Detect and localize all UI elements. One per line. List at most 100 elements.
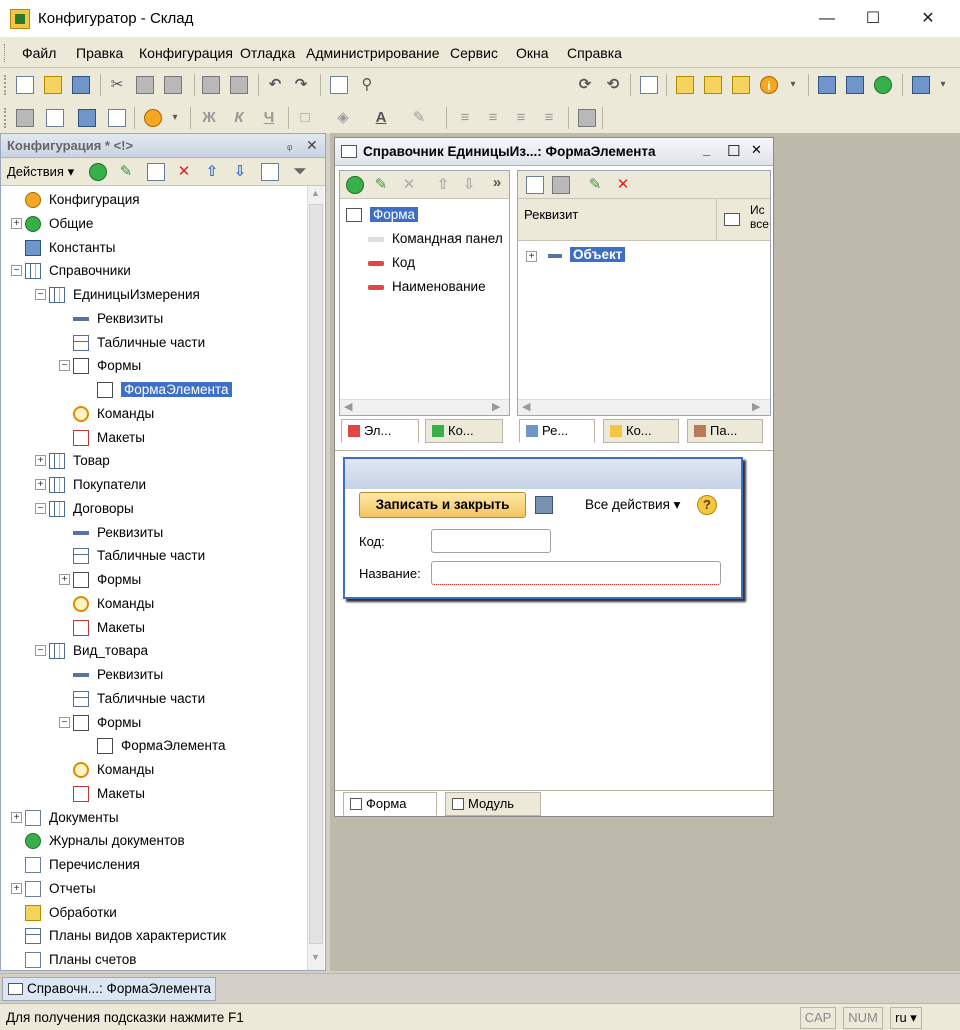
info-dropdown-icon[interactable]: ▾ — [784, 76, 802, 94]
filter-icon[interactable]: ⏷ — [291, 163, 309, 181]
calendar-icon[interactable] — [46, 109, 64, 127]
find-in-file-icon[interactable] — [330, 76, 348, 94]
font-color-icon[interactable]: A — [372, 109, 390, 127]
tab-module[interactable]: Модуль — [445, 792, 541, 816]
italic-icon[interactable]: К — [230, 109, 248, 127]
expand-icon[interactable]: + — [11, 882, 22, 894]
tree-item[interactable]: Макеты — [1, 616, 301, 640]
tree-item[interactable]: − Формы — [1, 711, 301, 735]
menu-edit[interactable]: Правка — [76, 45, 123, 61]
more-icon[interactable]: » — [488, 174, 506, 192]
menu-administration[interactable]: Администрирование — [306, 45, 440, 61]
add-element-icon[interactable] — [346, 176, 364, 194]
expand-icon[interactable]: + — [35, 479, 46, 490]
align-right-icon[interactable]: ≡ — [512, 109, 530, 127]
search-icon[interactable]: ⚲ — [358, 76, 376, 94]
save-icon[interactable] — [72, 76, 90, 94]
copy-icon[interactable] — [136, 76, 154, 94]
all-actions-menu[interactable]: Все действия ▾ — [585, 497, 680, 513]
attribute-item[interactable]: + Объект — [518, 245, 770, 269]
menu-file[interactable]: Файл — [22, 45, 56, 61]
collapse-icon[interactable]: − — [59, 716, 70, 728]
db-config-icon[interactable] — [78, 109, 96, 127]
edit-icon[interactable]: ✎ — [117, 163, 135, 181]
add-attribute-icon[interactable] — [526, 176, 544, 194]
tree-item[interactable]: Перечисления — [1, 853, 301, 877]
expand-icon[interactable]: + — [59, 574, 70, 585]
tree-scrollbar[interactable]: ▲ ▼ — [307, 186, 324, 970]
tree-item[interactable]: Команды — [1, 402, 301, 426]
border-icon[interactable]: □ — [296, 109, 314, 127]
tree-item[interactable]: Планы счетов — [1, 948, 301, 972]
save-icon[interactable] — [535, 496, 553, 514]
close-button[interactable]: ✕ — [905, 0, 951, 38]
element-up-icon[interactable]: ⇧ — [434, 176, 452, 194]
actions-menu[interactable]: Действия ▾ — [7, 164, 74, 180]
tree-item[interactable]: ФормаЭлемента — [1, 378, 301, 402]
tree-item[interactable]: + Покупатели — [1, 473, 301, 497]
tree-item[interactable]: Обработки — [1, 901, 301, 925]
tree-item[interactable]: − Договоры — [1, 497, 301, 521]
compare-icon[interactable] — [818, 76, 836, 94]
sort-icon[interactable] — [261, 163, 279, 181]
form-minimize-button[interactable]: _ — [703, 142, 710, 157]
scroll-thumb[interactable] — [309, 204, 323, 944]
taskbar-form-element[interactable]: Справочн...: ФормаЭлемента — [2, 977, 216, 1001]
align-justify-icon[interactable]: ≡ — [540, 109, 558, 127]
form-element-item[interactable]: Код — [340, 253, 509, 277]
save-and-close-button[interactable]: Записать и закрыть — [359, 492, 526, 518]
collapse-icon[interactable]: − — [35, 289, 46, 300]
highlight-icon[interactable]: ✎ — [410, 109, 428, 127]
bold-icon[interactable]: Ж — [200, 109, 218, 127]
tree-item[interactable]: + Документы — [1, 806, 301, 830]
menu-help[interactable]: Справка — [567, 45, 622, 61]
tab-elements[interactable]: Эл... — [341, 419, 419, 443]
scroll-left-icon[interactable]: ◀ — [522, 400, 530, 413]
tree-item[interactable]: + Общие — [1, 212, 301, 236]
expand-icon[interactable]: + — [11, 217, 22, 229]
add-icon[interactable] — [89, 163, 107, 181]
merge-cells-icon[interactable] — [578, 109, 596, 127]
language-indicator[interactable]: ru ▾ — [890, 1007, 922, 1029]
edit-attribute-icon[interactable]: ✎ — [586, 176, 604, 194]
debug-dropdown-icon[interactable]: ▾ — [166, 109, 184, 127]
tree-item[interactable]: + Отчеты — [1, 877, 301, 901]
form-close-button[interactable]: ✕ — [751, 142, 762, 158]
cut-icon[interactable]: ✂ — [108, 76, 126, 94]
tab-parameters[interactable]: Па... — [687, 419, 763, 443]
add-column-icon[interactable] — [552, 176, 570, 194]
calculator-icon[interactable] — [16, 109, 34, 127]
tree-item[interactable]: ФормаЭлемента — [1, 734, 301, 758]
align-left-icon[interactable]: ≡ — [456, 109, 474, 127]
attributes-hscroll[interactable]: ◀ ▶ — [518, 399, 770, 415]
tree-item[interactable]: + Формы — [1, 568, 301, 592]
minimize-button[interactable]: — — [804, 0, 850, 38]
form-element-item[interactable]: Командная панел — [340, 229, 509, 253]
database-icon[interactable] — [912, 76, 930, 94]
redo-icon[interactable]: ↷ — [292, 76, 310, 94]
expand-icon[interactable]: + — [35, 455, 46, 467]
use-column-header[interactable]: Ис все — [750, 203, 770, 231]
menu-windows[interactable]: Окна — [516, 45, 549, 61]
tree-item[interactable]: Конфигурация — [1, 188, 301, 212]
tree-item[interactable]: Табличные части — [1, 687, 301, 711]
fill-color-icon[interactable]: ◈ — [334, 109, 352, 127]
form-element-item[interactable]: Форма — [340, 205, 509, 229]
maximize-button[interactable]: ☐ — [850, 0, 896, 38]
assistant-icon[interactable] — [676, 76, 694, 94]
expand-icon[interactable]: + — [526, 251, 537, 262]
collapse-icon[interactable]: − — [35, 502, 46, 514]
underline-icon[interactable]: Ч — [260, 109, 278, 127]
info-icon[interactable]: i — [760, 76, 778, 94]
tab-commands[interactable]: Ко... — [425, 419, 503, 443]
menu-debug[interactable]: Отладка — [240, 45, 295, 61]
tree-item[interactable]: Команды — [1, 758, 301, 782]
collapse-icon[interactable]: − — [59, 360, 70, 372]
new-icon[interactable] — [16, 76, 34, 94]
scroll-right-icon[interactable]: ▶ — [752, 400, 760, 413]
find-prev-icon[interactable]: ⟲ — [604, 76, 622, 94]
code-field[interactable] — [431, 529, 551, 553]
move-up-icon[interactable]: ⇧ — [203, 163, 221, 181]
tree-item[interactable]: Реквизиты — [1, 663, 301, 687]
attr-column-header[interactable]: Реквизит — [524, 207, 578, 222]
